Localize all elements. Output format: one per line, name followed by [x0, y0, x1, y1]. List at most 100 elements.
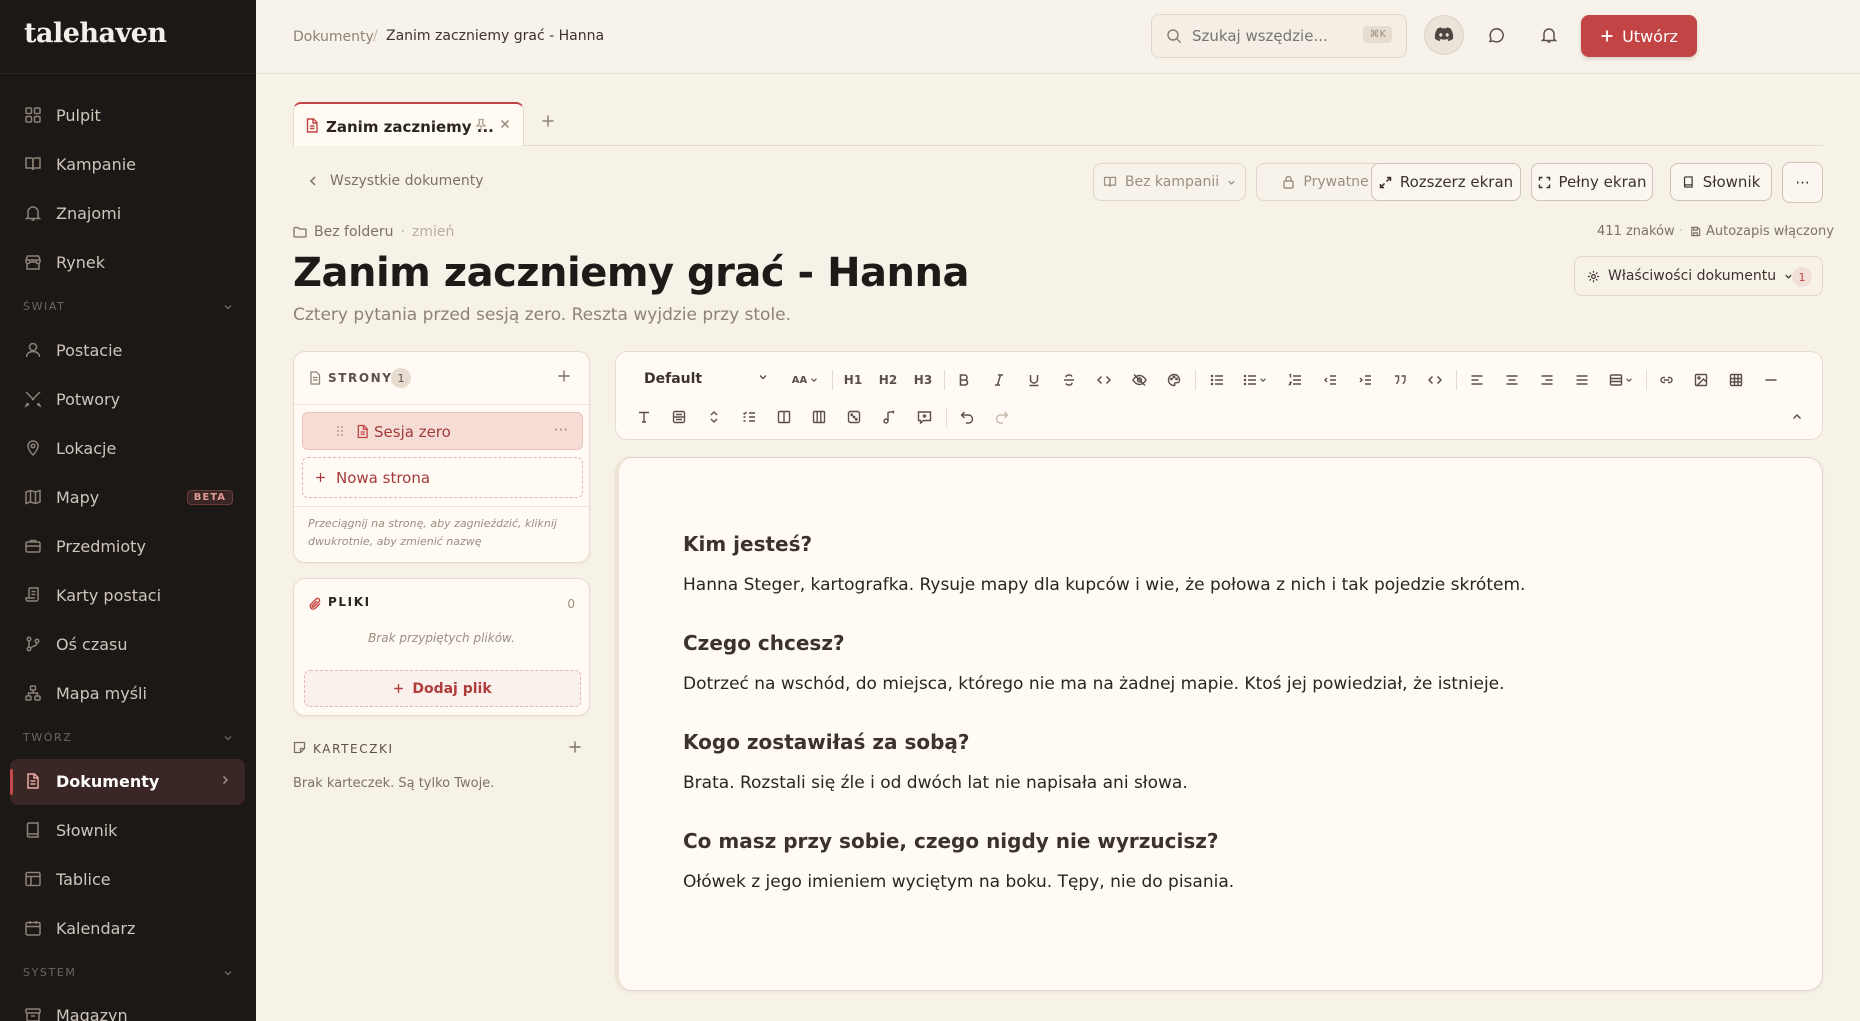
- bullet-list-icon[interactable]: [1206, 369, 1228, 391]
- three-columns-icon[interactable]: [808, 406, 830, 428]
- document-editor[interactable]: Kim jesteś? Hanna Steger, kartografka. R…: [615, 457, 1823, 991]
- breadcrumb-documents[interactable]: Dokumenty: [293, 29, 374, 45]
- question-heading[interactable]: Co masz przy sobie, czego nigdy nie wyrz…: [683, 829, 1219, 853]
- sidebar-item-dokumenty[interactable]: Dokumenty: [10, 759, 245, 805]
- bold-icon[interactable]: [953, 369, 975, 391]
- sidebar-item-potwory[interactable]: Potwory: [10, 377, 245, 423]
- discord-button[interactable]: [1424, 15, 1464, 55]
- sidebar-item-pulpit[interactable]: Pulpit: [10, 93, 245, 139]
- document-subtitle[interactable]: Cztery pytania przed sesją zero. Reszta …: [293, 305, 791, 325]
- ordered-list-icon[interactable]: [1284, 369, 1306, 391]
- list-style-button[interactable]: [1240, 369, 1270, 391]
- palette-icon[interactable]: [1163, 369, 1185, 391]
- sidebar-item-rynek[interactable]: Rynek: [10, 240, 245, 286]
- campaign-select[interactable]: Bez kampanii: [1093, 163, 1246, 201]
- app-logo[interactable]: talehaven: [24, 18, 167, 49]
- sidebar-section-create[interactable]: TWÓRZ: [23, 731, 233, 751]
- quote-icon[interactable]: [1389, 369, 1411, 391]
- add-file-button[interactable]: Dodaj plik: [304, 670, 581, 707]
- sidebar-item-znajomi[interactable]: Znajomi: [10, 191, 245, 237]
- create-button[interactable]: Utwórz: [1581, 15, 1697, 57]
- align-left-icon[interactable]: [1466, 369, 1488, 391]
- sidebar-item-lokacje[interactable]: Lokacje: [10, 426, 245, 472]
- dictionary-button[interactable]: Słownik: [1670, 163, 1772, 201]
- chat-button[interactable]: [1476, 15, 1516, 55]
- more-options-button[interactable]: ···: [1782, 162, 1823, 203]
- sidebar-item-kalendarz[interactable]: Kalendarz: [10, 906, 245, 952]
- question-heading[interactable]: Kogo zostawiłaś za sobą?: [683, 730, 970, 754]
- columns-icon[interactable]: [773, 406, 795, 428]
- layout-select-button[interactable]: [1606, 369, 1636, 391]
- question-heading[interactable]: Czego chcesz?: [683, 631, 845, 655]
- sidebar-item-os-czasu[interactable]: Oś czasu: [10, 622, 245, 668]
- answer-paragraph[interactable]: Brata. Rozstali się źle i od dwóch lat n…: [683, 773, 1188, 793]
- heading2-button[interactable]: H2: [877, 369, 899, 391]
- sidebar-section-world[interactable]: ŚWIAT: [23, 300, 233, 320]
- task-list-icon[interactable]: [738, 406, 760, 428]
- redo-icon[interactable]: [991, 406, 1013, 428]
- change-folder-link[interactable]: zmień: [412, 224, 454, 240]
- sidebar-item-kampanie[interactable]: Kampanie: [10, 142, 245, 188]
- code-block-icon[interactable]: [1424, 369, 1446, 391]
- sidebar-item-magazyn[interactable]: Magazyn: [10, 993, 245, 1021]
- dice-icon[interactable]: [843, 406, 865, 428]
- sidebar-item-karty-postaci[interactable]: Karty postaci: [10, 573, 245, 619]
- document-title[interactable]: Zanim zaczniemy grać - Hanna: [293, 250, 969, 296]
- answer-paragraph[interactable]: Dotrzeć na wschód, do miejsca, którego n…: [683, 674, 1505, 694]
- question-heading[interactable]: Kim jesteś?: [683, 532, 812, 556]
- drag-handle-icon[interactable]: [336, 424, 344, 438]
- sidebar-item-slownik[interactable]: Słownik: [10, 808, 245, 854]
- sidebar-section-system[interactable]: SYSTEM: [23, 966, 233, 986]
- comment-icon[interactable]: [913, 406, 935, 428]
- heading1-button[interactable]: H1: [842, 369, 864, 391]
- close-tab-icon[interactable]: [499, 118, 511, 130]
- indent-icon[interactable]: [1354, 369, 1376, 391]
- undo-icon[interactable]: [956, 406, 978, 428]
- search-box[interactable]: ⌘K: [1151, 14, 1407, 58]
- link-icon[interactable]: [1655, 369, 1677, 391]
- book-icon: [24, 821, 44, 841]
- document-properties-button[interactable]: Właściwości dokumentu 1: [1574, 256, 1823, 296]
- music-icon[interactable]: [878, 406, 900, 428]
- sidebar-item-mapy[interactable]: Mapy BETA: [10, 475, 245, 521]
- horizontal-rule-icon[interactable]: [1760, 369, 1782, 391]
- more-horizontal-icon[interactable]: ···: [554, 421, 568, 439]
- page-item[interactable]: Sesja zero ···: [302, 412, 583, 450]
- back-to-documents[interactable]: Wszystkie dokumenty: [308, 173, 484, 189]
- heading3-button[interactable]: H3: [912, 369, 934, 391]
- strikethrough-icon[interactable]: [1058, 369, 1080, 391]
- answer-paragraph[interactable]: Hanna Steger, kartografka. Rysuje mapy d…: [683, 575, 1525, 595]
- chevrons-up-down-icon[interactable]: [703, 406, 725, 428]
- sidebar-item-tablice[interactable]: Tablice: [10, 857, 245, 903]
- answer-paragraph[interactable]: Ołówek z jego imieniem wyciętym na boku.…: [683, 872, 1234, 892]
- pin-icon[interactable]: [475, 118, 487, 132]
- search-input[interactable]: [1192, 25, 1352, 47]
- italic-icon[interactable]: [988, 369, 1010, 391]
- code-icon[interactable]: [1093, 369, 1115, 391]
- collapse-toolbar-icon[interactable]: [1786, 406, 1808, 428]
- sidebar-item-mapa-mysli[interactable]: Mapa myśli: [10, 671, 245, 717]
- sidebar-item-label: Mapy: [56, 488, 100, 507]
- sidebar-item-przedmioty[interactable]: Przedmioty: [10, 524, 245, 570]
- table-icon[interactable]: [1725, 369, 1747, 391]
- align-justify-icon[interactable]: [1571, 369, 1593, 391]
- sidebar-item-postacie[interactable]: Postacie: [10, 328, 245, 374]
- image-icon[interactable]: [1690, 369, 1712, 391]
- font-size-button[interactable]: AA: [788, 369, 822, 391]
- details-block-icon[interactable]: [668, 406, 690, 428]
- expand-screen-button[interactable]: Rozszerz ekran: [1371, 163, 1521, 201]
- fullscreen-button[interactable]: Pełny ekran: [1531, 163, 1653, 201]
- add-tab-icon[interactable]: [541, 114, 555, 128]
- align-center-icon[interactable]: [1501, 369, 1523, 391]
- notifications-button[interactable]: [1529, 15, 1569, 55]
- outdent-icon[interactable]: [1319, 369, 1341, 391]
- align-right-icon[interactable]: [1536, 369, 1558, 391]
- clear-format-icon[interactable]: [633, 406, 655, 428]
- block-style-select[interactable]: Default: [644, 369, 768, 391]
- spoiler-icon[interactable]: [1128, 369, 1150, 391]
- add-page-icon[interactable]: [557, 369, 571, 383]
- underline-icon[interactable]: [1023, 369, 1045, 391]
- new-page-button[interactable]: Nowa strona: [302, 457, 583, 498]
- add-card-icon[interactable]: [568, 740, 582, 754]
- tab-document[interactable]: Zanim zaczniemy ...: [293, 102, 524, 146]
